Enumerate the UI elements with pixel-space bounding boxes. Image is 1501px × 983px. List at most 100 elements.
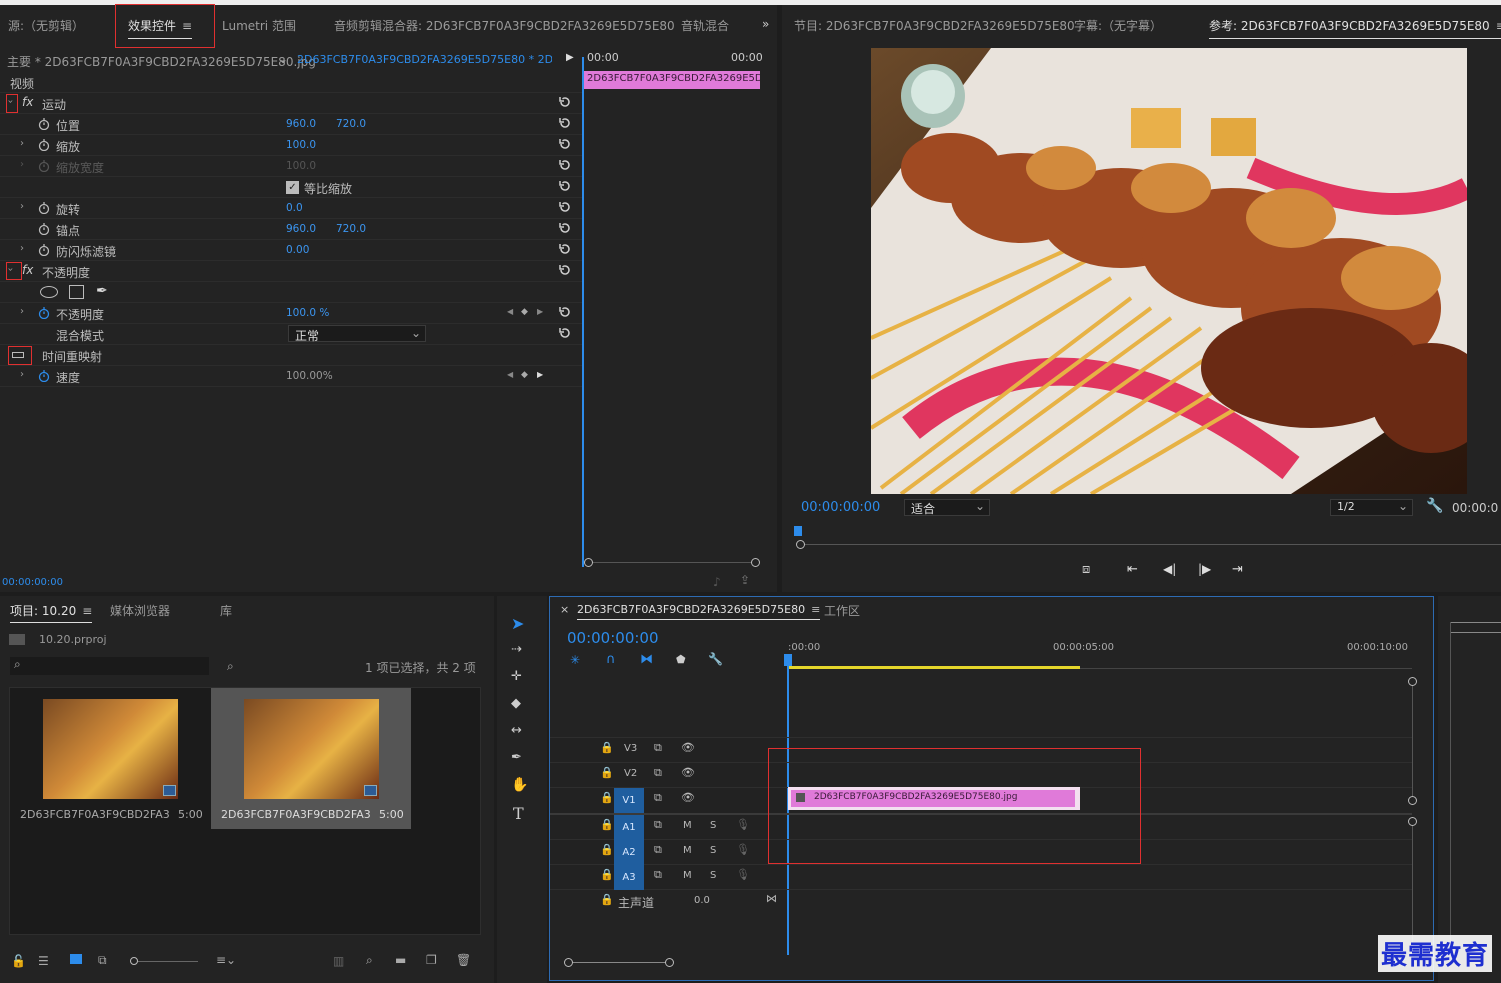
freeform-view-icon[interactable]: ⧉	[98, 953, 107, 968]
stopwatch-active-icon[interactable]	[38, 370, 50, 382]
lock-icon[interactable]: 🔓	[11, 954, 26, 968]
sync-lock-icon[interactable]: ⧉	[654, 741, 662, 755]
row-time-remap[interactable]: 时间重映射	[0, 345, 582, 366]
project-item[interactable]: 2D63FCB7F0A3F9CBD2FA32... 5:00	[211, 688, 411, 829]
program-ruler[interactable]	[794, 526, 1501, 549]
anti-flicker-value[interactable]: 0.00	[286, 244, 309, 256]
tab-project[interactable]: 项目: 10.20 ≡	[10, 602, 93, 623]
reset-icon[interactable]	[558, 263, 572, 277]
expand-chevron-icon[interactable]: ›	[20, 138, 24, 149]
mic-icon[interactable]: 🎙	[736, 818, 750, 831]
track-header-v2[interactable]: 🔒 V2 ⧉ 👁	[550, 763, 785, 787]
project-search-input[interactable]: ⌕	[10, 657, 209, 675]
ec-zoom-scrollbar[interactable]	[584, 558, 760, 570]
solo-button[interactable]: S	[710, 820, 716, 831]
row-anti-flicker[interactable]: › 防闪烁滤镜 0.00	[0, 240, 582, 261]
row-scale[interactable]: › 缩放 100.0	[0, 135, 582, 156]
eye-icon[interactable]: 👁	[681, 766, 695, 779]
tab-lumetri[interactable]: Lumetri 范围	[222, 17, 296, 34]
prev-keyframe-icon[interactable]: ◀	[507, 307, 513, 316]
add-marker-icon[interactable]: ⧈	[1082, 562, 1102, 582]
timeline-timecode[interactable]: 00:00:00:00	[567, 629, 659, 647]
track-header-a1[interactable]: 🔒 A1 ⧉ M S 🎙	[550, 815, 785, 840]
work-area-bar[interactable]	[788, 666, 1080, 669]
ec-bottom-time[interactable]: 00:00:00:00	[2, 577, 63, 588]
track-select-tool-icon[interactable]: ⇢	[511, 642, 531, 662]
reset-icon[interactable]	[558, 116, 572, 130]
reset-icon[interactable]	[558, 200, 572, 214]
track-target-a1[interactable]: A1	[614, 815, 644, 840]
find-icon[interactable]: ⌕	[227, 659, 234, 674]
video-vscroll[interactable]	[1408, 677, 1420, 805]
sync-lock-icon[interactable]: ⧉	[654, 766, 662, 780]
razor-tool-icon[interactable]: ◆	[511, 696, 531, 716]
tab-program[interactable]: 节目: 2D63FCB7F0A3F9CBD2FA3269E5D75E80	[794, 17, 1075, 34]
lock-icon[interactable]: 🔒	[600, 893, 614, 906]
reset-icon[interactable]	[558, 158, 572, 172]
master-clip-label[interactable]: 主要 * 2D63FCB7F0A3F9CBD2FA3269E5D75E80.jp…	[7, 53, 316, 70]
prev-keyframe-icon[interactable]: ◀	[507, 370, 513, 379]
selection-tool-icon[interactable]: ➤	[511, 614, 531, 634]
track-target-a2[interactable]: A2	[614, 840, 644, 865]
stopwatch-icon[interactable]	[38, 139, 50, 151]
eye-icon[interactable]: 👁	[681, 741, 695, 754]
icon-view-icon[interactable]	[70, 954, 82, 964]
master-value[interactable]: 0.0	[694, 895, 710, 906]
row-motion[interactable]: › fx 运动	[0, 93, 582, 114]
reset-icon[interactable]	[558, 242, 572, 256]
reset-icon[interactable]	[558, 305, 572, 319]
timeline-zoom-scrollbar[interactable]	[564, 958, 674, 967]
rotation-value[interactable]: 0.0	[286, 202, 303, 214]
new-bin-icon[interactable]: ▬	[395, 953, 406, 967]
ellipse-mask-icon[interactable]	[40, 286, 58, 298]
row-position[interactable]: 位置 960.0 720.0	[0, 114, 582, 135]
mic-icon[interactable]: 🎙	[736, 868, 750, 881]
audio-play-icon[interactable]: ♪	[713, 575, 721, 589]
next-keyframe-icon[interactable]: ▶	[537, 370, 543, 379]
mic-icon[interactable]: 🎙	[736, 843, 750, 856]
stopwatch-icon[interactable]	[38, 202, 50, 214]
project-item[interactable]: 2D63FCB7F0A3F9CBD2FA32... 5:00	[10, 688, 211, 829]
stopwatch-icon[interactable]	[38, 223, 50, 235]
expand-chevron-icon[interactable]: ›	[20, 306, 24, 317]
reset-icon[interactable]	[558, 137, 572, 151]
position-y-value[interactable]: 720.0	[336, 118, 366, 130]
lock-icon[interactable]: 🔒	[600, 818, 614, 831]
go-to-out-icon[interactable]: ⇥	[1232, 562, 1252, 582]
sort-icon[interactable]: ≡⌄	[216, 953, 236, 967]
close-sequence-icon[interactable]: ×	[560, 603, 569, 616]
snap-icon[interactable]: ∩	[606, 652, 626, 672]
expand-chevron-icon[interactable]: ›	[20, 369, 24, 380]
mute-button[interactable]: M	[683, 845, 692, 856]
reset-icon[interactable]	[558, 221, 572, 235]
scroll-handle-right[interactable]	[751, 558, 760, 567]
position-x-value[interactable]: 960.0	[286, 118, 316, 130]
lock-icon[interactable]: 🔒	[600, 868, 614, 881]
track-header-v3[interactable]: 🔒 V3 ⧉ 👁	[550, 738, 785, 762]
solo-button[interactable]: S	[710, 845, 716, 856]
tab-source[interactable]: 源:（无剪辑）	[8, 17, 84, 34]
stopwatch-icon[interactable]	[38, 118, 50, 130]
slip-tool-icon[interactable]: ↔	[511, 723, 531, 743]
nest-toggle-icon[interactable]: ✳	[570, 653, 590, 673]
play-arrow-icon[interactable]: ▶	[566, 52, 574, 63]
blend-mode-select[interactable]: 正常 ⌄	[288, 325, 426, 343]
ec-playhead[interactable]	[582, 57, 584, 567]
resolution-select[interactable]: 1/2 ⌄	[1330, 499, 1413, 516]
anchor-y-value[interactable]: 720.0	[336, 223, 366, 235]
reset-icon[interactable]	[558, 326, 572, 340]
sync-lock-icon[interactable]: ⧉	[654, 843, 662, 857]
add-keyframe-icon[interactable]: ◆	[521, 307, 528, 317]
lock-icon[interactable]: 🔒	[600, 741, 614, 754]
row-speed[interactable]: › 速度 100.00% ◀ ◆ ▶	[0, 366, 582, 387]
track-header-master[interactable]: 🔒 主声道 0.0 ⋈	[550, 890, 785, 914]
track-header-a3[interactable]: 🔒 A3 ⧉ M S 🎙	[550, 865, 785, 890]
expand-chevron-icon[interactable]: ›	[20, 201, 24, 212]
tab-sequence[interactable]: 2D63FCB7F0A3F9CBD2FA3269E5D75E80 ≡	[577, 603, 821, 620]
fx-icon[interactable]: fx	[22, 95, 33, 109]
expand-chevron-icon[interactable]: ›	[20, 243, 24, 254]
ec-clip-bar[interactable]: 2D63FCB7F0A3F9CBD2FA3269E5D	[584, 71, 760, 89]
track-target-a3[interactable]: A3	[614, 865, 644, 890]
lock-icon[interactable]: 🔒	[600, 843, 614, 856]
wrench-icon[interactable]: 🔧	[1426, 498, 1443, 514]
